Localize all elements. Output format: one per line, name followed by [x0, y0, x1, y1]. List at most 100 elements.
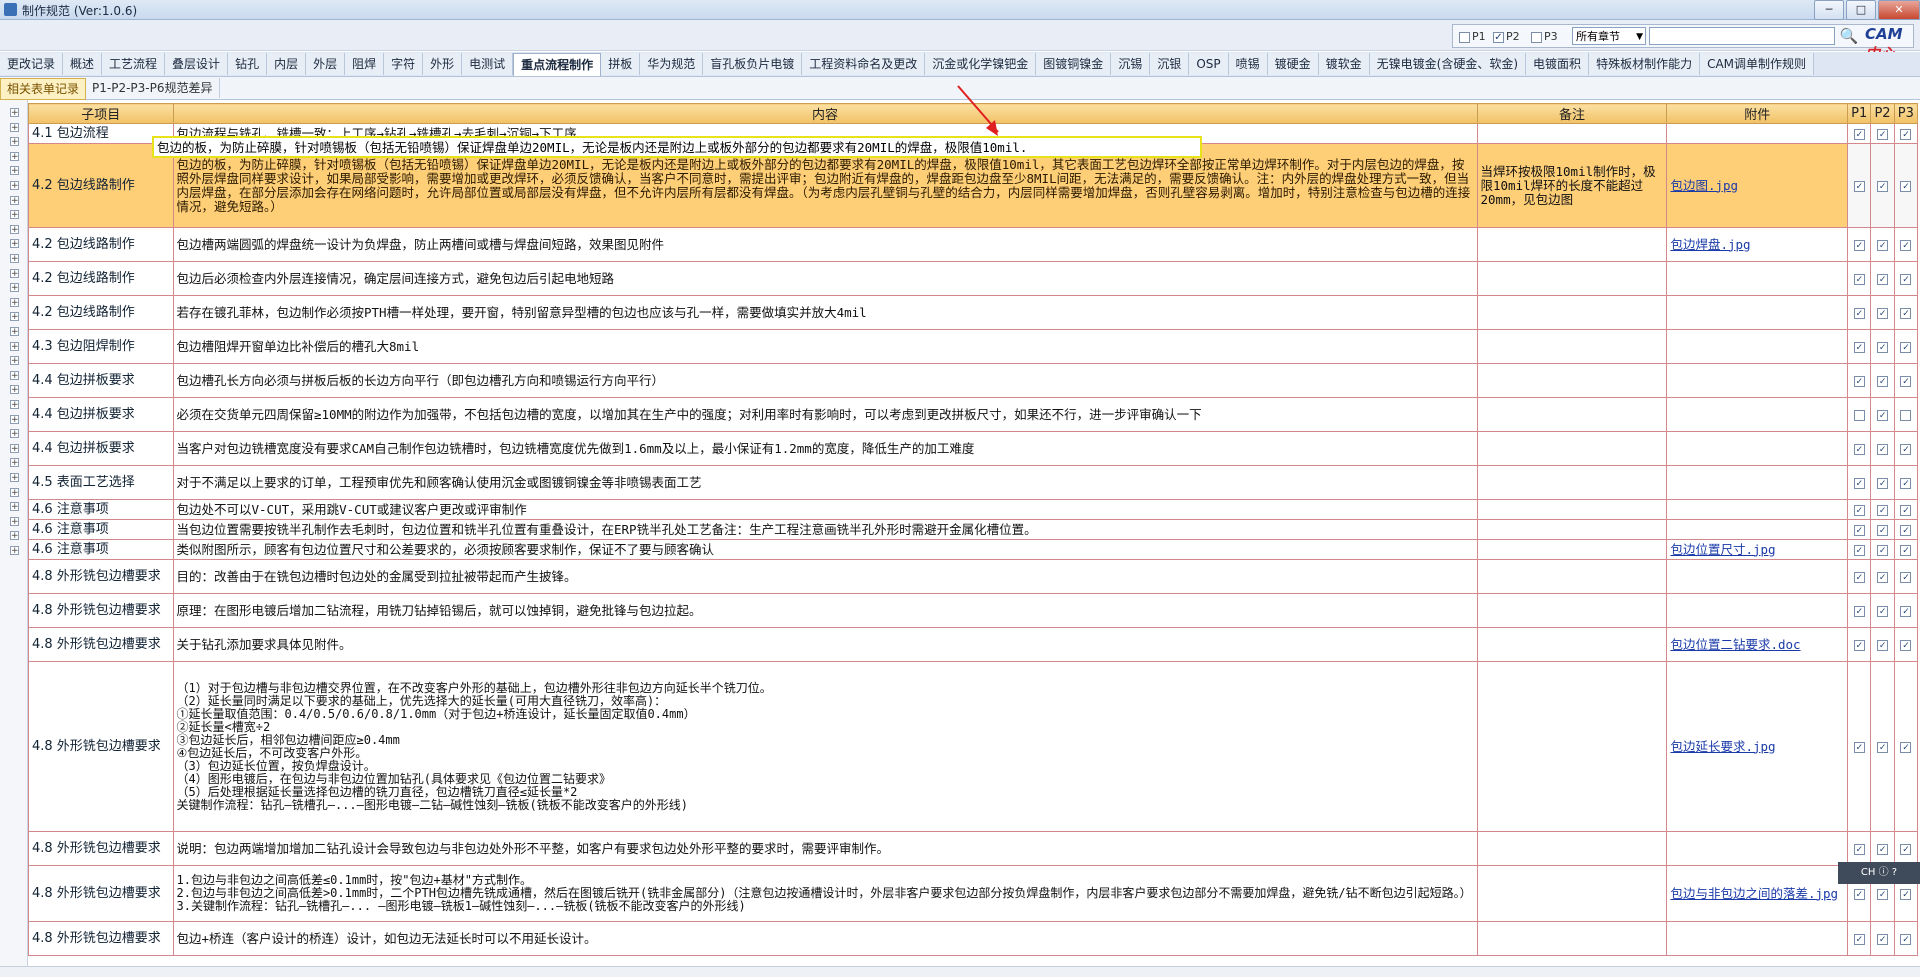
expand-icon[interactable]: +: [10, 473, 19, 483]
tab-0[interactable]: 更改记录: [0, 53, 64, 75]
expand-icon[interactable]: +: [10, 268, 19, 278]
tab-18[interactable]: 沉锡: [1111, 53, 1151, 75]
expand-icon[interactable]: +: [10, 137, 19, 147]
tab-9[interactable]: 外形: [423, 53, 463, 75]
p3-checkbox[interactable]: ✓: [1900, 639, 1912, 651]
p1-checkbox[interactable]: ✓: [1853, 544, 1865, 556]
search-input[interactable]: [1649, 27, 1835, 45]
expand-icon[interactable]: +: [10, 531, 19, 541]
column-header-note[interactable]: 备注: [1476, 103, 1668, 124]
p1-checkbox[interactable]: ✓: [1853, 477, 1865, 489]
filter-p2[interactable]: ✓ P2: [1493, 30, 1520, 43]
expand-icon[interactable]: +: [10, 370, 19, 380]
expand-icon[interactable]: +: [10, 166, 19, 176]
p1-checkbox[interactable]: ✓: [1853, 933, 1865, 945]
table-row[interactable]: 4.3 包边阻焊制作 包边槽阻焊开窗单边比补偿后的槽孔大8mil ✓ ✓ ✓: [28, 329, 1919, 364]
p2-checkbox[interactable]: ✓: [1877, 524, 1888, 536]
expand-icon[interactable]: +: [10, 385, 19, 395]
table-row[interactable]: 4.8 外形铣包边槽要求 原理：在图形电镀后增加二钻流程，用铣刀钻掉铅锡后，就可以…: [28, 593, 1919, 628]
ime-overlay[interactable]: CH ⓘ ?: [1838, 862, 1920, 884]
p2-checkbox[interactable]: ✓: [1877, 180, 1888, 192]
p3-checkbox[interactable]: ✓: [1900, 524, 1912, 536]
tab-3[interactable]: 叠层设计: [165, 53, 229, 75]
tab-5[interactable]: 内层: [267, 53, 307, 75]
p2-checkbox[interactable]: ✓: [1877, 843, 1888, 855]
column-header-p2[interactable]: P2: [1870, 103, 1895, 124]
tab-4[interactable]: 钻孔: [228, 53, 268, 75]
tab-24[interactable]: 无镍电镀金(含硬金、软金): [1369, 53, 1527, 75]
p1-checkbox[interactable]: ✓: [1853, 180, 1865, 192]
tab-12[interactable]: 拼板: [601, 53, 641, 75]
p2-checkbox[interactable]: ✓: [1877, 128, 1888, 140]
p1-checkbox[interactable]: ✓: [1853, 307, 1865, 319]
expand-icon[interactable]: +: [10, 239, 19, 249]
table-row[interactable]: 4.8 外形铣包边槽要求 关于钻孔添加要求具体见附件。 包边位置二钻要求.doc ✓ ✓…: [28, 627, 1919, 662]
expand-icon[interactable]: +: [10, 195, 19, 205]
table-row[interactable]: 4.6 注意事项 类似附图所示，顾客有包边位置尺寸和公差要求的，必须按顾客要求制作…: [28, 539, 1919, 560]
expand-icon[interactable]: +: [10, 356, 19, 366]
attachment-link[interactable]: 包边位置二钻要求.doc: [1666, 627, 1849, 662]
p3-checkbox[interactable]: ✓: [1900, 477, 1912, 489]
p3-checkbox[interactable]: ✓: [1900, 888, 1912, 900]
table-row[interactable]: 4.8 外形铣包边槽要求 1.包边与非包边之间高低差≤0.1mm时，按"包边+基材…: [28, 865, 1919, 922]
p1-checkbox[interactable]: ✓: [1853, 239, 1865, 251]
expand-icon[interactable]: +: [10, 151, 19, 161]
table-row[interactable]: 4.2 包边线路制作 包边后必须检查内外层连接情况，确定层间连接方式，避免包边后引…: [28, 261, 1919, 296]
tab-11[interactable]: 重点流程制作: [513, 53, 602, 76]
p1-checkbox[interactable]: ✓: [1853, 341, 1865, 353]
p2-checkbox[interactable]: ✓: [1877, 477, 1888, 489]
p3-checkbox[interactable]: ✓: [1900, 443, 1912, 455]
filter-p3[interactable]: P3: [1531, 30, 1558, 43]
expand-icon[interactable]: +: [10, 210, 19, 220]
tab-22[interactable]: 镀硬金: [1267, 53, 1319, 75]
p2-checkbox[interactable]: ✓: [1877, 741, 1888, 753]
p2-checkbox[interactable]: ✓: [1877, 375, 1888, 387]
p1-checkbox[interactable]: ✓: [1853, 375, 1865, 387]
filter-p1[interactable]: P1: [1459, 30, 1486, 43]
p1-checkbox[interactable]: [1853, 409, 1865, 421]
attachment-link[interactable]: 包边与非包边之间的落差.jpg: [1666, 865, 1849, 922]
column-header-p3[interactable]: P3: [1893, 103, 1919, 124]
table-row[interactable]: 4.4 包边拼板要求 当客户对包边铣槽宽度没有要求CAM自己制作包边铣槽时，包边铣…: [28, 431, 1919, 466]
expand-icon[interactable]: +: [10, 108, 19, 118]
table-row[interactable]: 4.5 表面工艺选择 对于不满足以上要求的订单，工程预审优先和顾客确认使用沉金或图…: [28, 465, 1919, 500]
p3-checkbox[interactable]: ✓: [1900, 571, 1912, 583]
expand-icon[interactable]: +: [10, 327, 19, 337]
tab-6[interactable]: 外层: [306, 53, 346, 75]
p3-checkbox[interactable]: ✓: [1900, 180, 1912, 192]
p3-checkbox[interactable]: ✓: [1900, 741, 1912, 753]
tab-14[interactable]: 盲孔板负片电镀: [703, 53, 803, 75]
p2-checkbox[interactable]: ✓: [1877, 639, 1888, 651]
p3-checkbox[interactable]: ✓: [1900, 273, 1912, 285]
p3-checkbox[interactable]: ✓: [1900, 504, 1912, 516]
maximize-button[interactable]: □: [1846, 0, 1876, 20]
expand-icon[interactable]: +: [10, 443, 19, 453]
expand-icon[interactable]: +: [10, 224, 19, 234]
p1-checkbox[interactable]: ✓: [1853, 571, 1865, 583]
p1-checkbox[interactable]: ✓: [1853, 843, 1865, 855]
tab-21[interactable]: 喷锡: [1228, 53, 1268, 75]
p3-checkbox[interactable]: [1531, 31, 1542, 43]
p2-checkbox[interactable]: ✓: [1877, 504, 1888, 516]
p3-checkbox[interactable]: ✓: [1900, 605, 1912, 617]
p1-checkbox[interactable]: ✓: [1853, 888, 1865, 900]
expand-icon[interactable]: +: [10, 312, 19, 322]
tab-15[interactable]: 工程资料命名及更改: [802, 53, 926, 75]
expand-icon[interactable]: +: [10, 502, 19, 512]
column-header-content[interactable]: 内容: [172, 103, 1478, 124]
tab-16[interactable]: 沉金或化学镍钯金: [925, 53, 1037, 75]
p2-checkbox[interactable]: ✓: [1877, 544, 1888, 556]
table-row[interactable]: 4.2 包边线路制作 若存在镀孔菲林，包边制作必须按PTH槽一样处理，要开窗，特别…: [28, 295, 1919, 330]
tab-20[interactable]: OSP: [1189, 53, 1229, 75]
tab-26[interactable]: 特殊板材制作能力: [1589, 53, 1701, 75]
expand-icon[interactable]: +: [10, 400, 19, 410]
tab-27[interactable]: CAM调单制作规则: [1700, 53, 1815, 75]
p2-checkbox[interactable]: ✓: [1877, 239, 1888, 251]
column-header-p1[interactable]: P1: [1847, 103, 1872, 124]
chapter-select[interactable]: 所有章节 ▼: [1572, 27, 1646, 45]
expand-icon[interactable]: +: [10, 341, 19, 351]
p2-checkbox[interactable]: ✓: [1877, 571, 1888, 583]
attachment-link[interactable]: 包边延长要求.jpg: [1666, 661, 1849, 832]
p1-checkbox[interactable]: [1459, 31, 1470, 43]
p1-checkbox[interactable]: ✓: [1853, 443, 1865, 455]
